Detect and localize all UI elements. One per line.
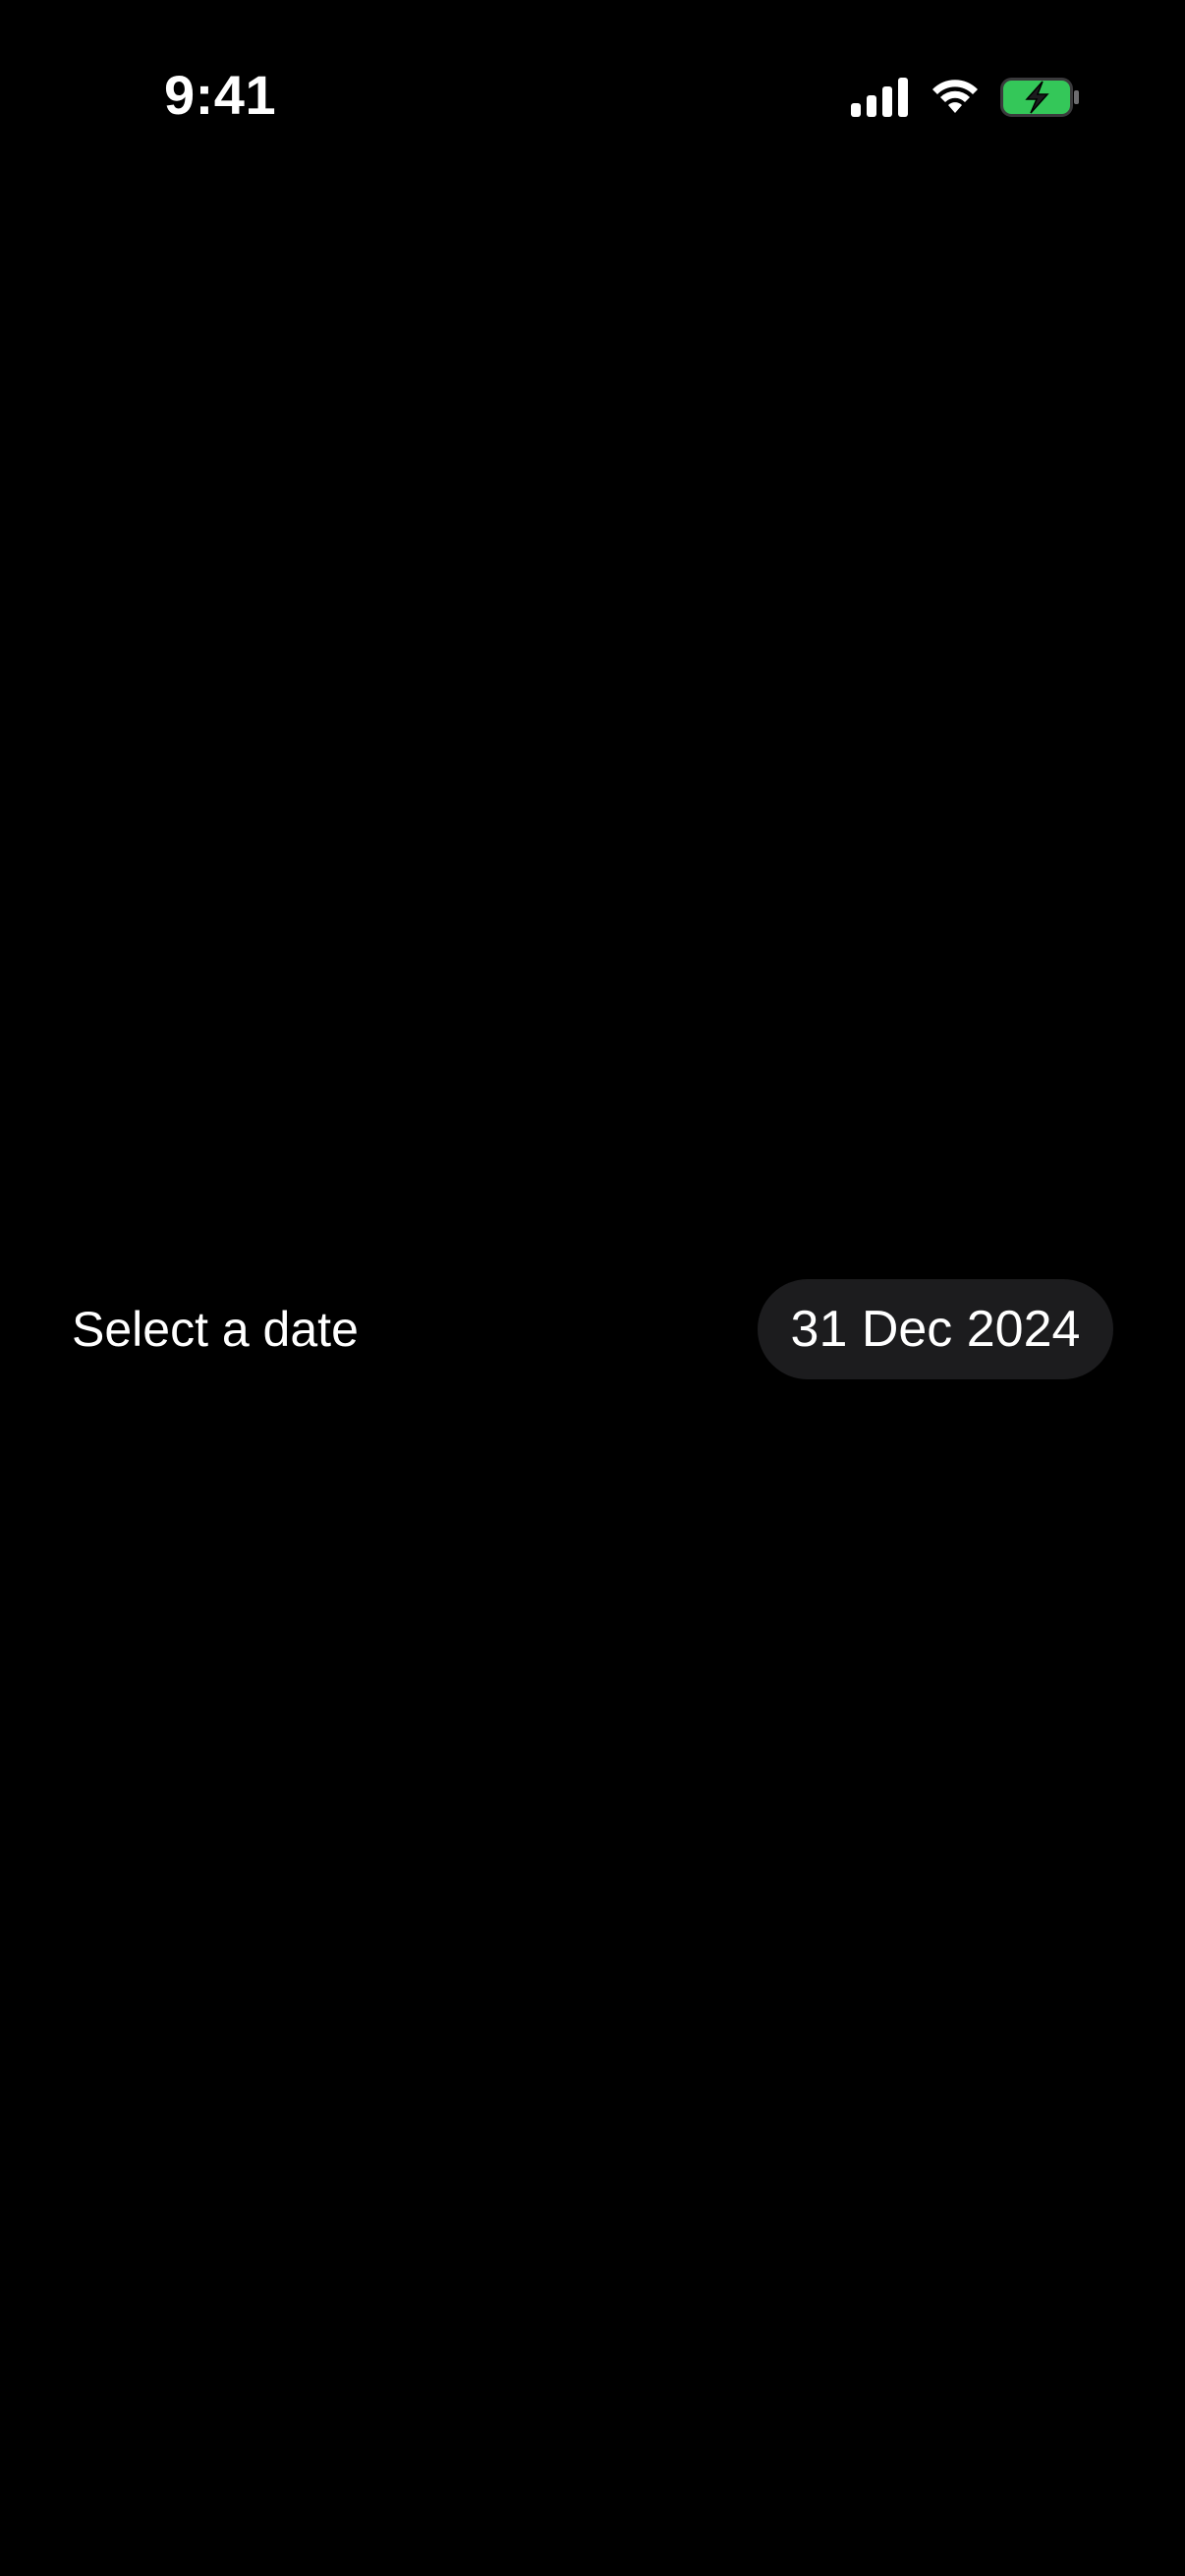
date-picker-row: Select a date 31 Dec 2024: [0, 1279, 1185, 1379]
date-picker-button[interactable]: 31 Dec 2024: [758, 1279, 1113, 1379]
status-bar: 9:41: [0, 0, 1185, 196]
battery-charging-icon: [1000, 78, 1081, 117]
status-time: 9:41: [164, 64, 277, 126]
status-icons: [851, 73, 1081, 122]
cellular-signal-icon: [851, 78, 910, 117]
wifi-icon: [930, 78, 981, 117]
date-picker-label: Select a date: [72, 1302, 359, 1357]
screen: 9:41 Select a date 31 Dec 2024: [0, 0, 1185, 2576]
